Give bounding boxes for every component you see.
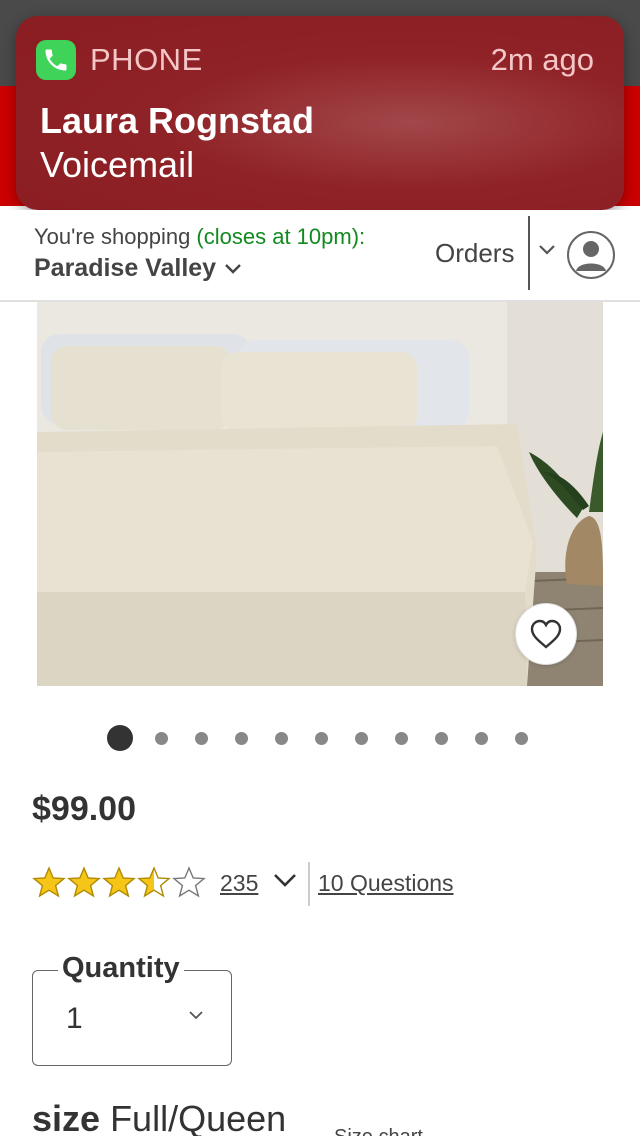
chevron-down-icon[interactable]: [538, 244, 556, 256]
carousel-dot[interactable]: [154, 732, 168, 745]
carousel-dot[interactable]: [474, 732, 488, 745]
phone-icon: [36, 40, 76, 80]
carousel-dot[interactable]: [234, 732, 248, 745]
quantity-label: Quantity: [58, 952, 184, 985]
heart-icon: [530, 619, 562, 649]
store-selector[interactable]: Paradise Valley: [34, 254, 242, 283]
size-chart-link[interactable]: Size chart: [334, 1126, 423, 1136]
questions-link[interactable]: 10 Questions: [318, 870, 454, 897]
rating-divider: [308, 862, 310, 906]
carousel-dot[interactable]: [107, 725, 133, 751]
star-icon: [32, 866, 66, 898]
carousel-dot[interactable]: [314, 732, 328, 745]
notification-body: Voicemail: [40, 144, 195, 185]
star-icon: [67, 866, 101, 898]
review-count-link[interactable]: 235: [220, 870, 258, 897]
carousel-dot[interactable]: [514, 732, 528, 745]
header-divider: [528, 216, 530, 290]
store-name: Paradise Valley: [34, 254, 217, 282]
chevron-down-icon: [225, 263, 241, 274]
rating-row: 235 10 Questions: [32, 862, 632, 906]
size-value: Full/Queen: [110, 1098, 287, 1136]
account-icon[interactable]: [566, 230, 616, 280]
star-rating[interactable]: [32, 866, 206, 902]
store-hours: (closes at 10pm):: [196, 224, 366, 249]
star-icon: [137, 866, 171, 898]
size-selection: size Full/Queen: [32, 1098, 286, 1136]
carousel-dot[interactable]: [394, 732, 408, 745]
image-carousel-dots[interactable]: [0, 724, 640, 754]
star-icon: [172, 866, 206, 898]
favorite-button[interactable]: [515, 603, 577, 665]
voicemail-notification[interactable]: PHONE 2m ago Laura Rognstad Voicemail: [16, 16, 624, 210]
notification-app-name: PHONE: [90, 42, 203, 77]
shopping-line: You're shopping (closes at 10pm):: [34, 224, 365, 250]
carousel-dot[interactable]: [274, 732, 288, 745]
star-icon: [102, 866, 136, 898]
shopping-prefix: You're shopping: [34, 224, 197, 249]
notification-time: 2m ago: [490, 42, 594, 77]
notification-title: Laura Rognstad: [40, 100, 315, 141]
store-header: You're shopping (closes at 10pm): Paradi…: [0, 210, 640, 302]
quantity-value: 1: [66, 1002, 83, 1035]
orders-link[interactable]: Orders: [435, 238, 514, 269]
carousel-dot[interactable]: [434, 732, 448, 745]
product-price: $99.00: [32, 790, 136, 828]
carousel-dot[interactable]: [354, 732, 368, 745]
size-label: size: [32, 1098, 101, 1136]
chevron-down-icon[interactable]: [188, 1010, 204, 1020]
carousel-dot[interactable]: [194, 732, 208, 745]
chevron-down-icon[interactable]: [272, 872, 298, 890]
